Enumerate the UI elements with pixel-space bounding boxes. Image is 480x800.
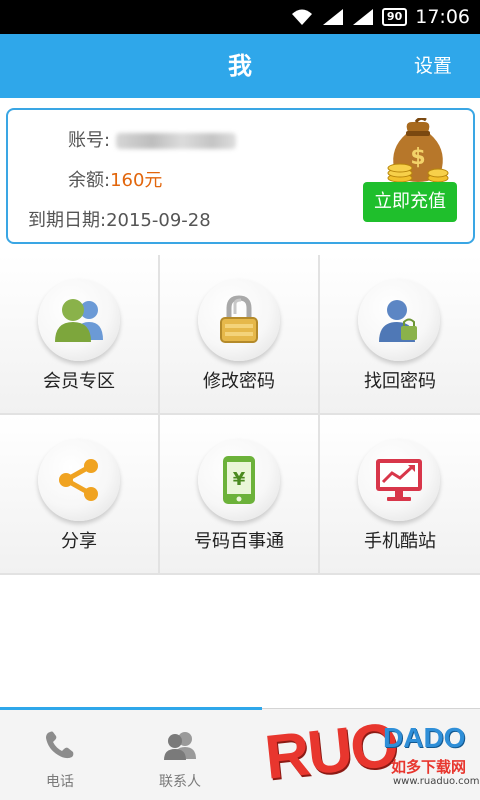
- signal-icon: [322, 9, 343, 25]
- monitor-chart-icon: [376, 459, 422, 501]
- account-card: 账号: 余额:160元 到期日期:2015-09-28 $ 立即充值: [6, 108, 475, 244]
- account-label: 账号:: [68, 130, 111, 151]
- members-icon: [55, 299, 103, 342]
- balance-row: 余额:160元: [68, 166, 162, 192]
- account-number-redacted: [115, 133, 236, 149]
- wifi-icon: [291, 9, 312, 25]
- phone-yen-icon: ¥: [223, 456, 255, 504]
- battery-icon: 90: [381, 8, 408, 26]
- tab-phone[interactable]: 电话: [0, 721, 120, 791]
- expire-row: 到期日期:2015-09-28: [28, 206, 211, 232]
- clock: 17:06: [415, 6, 470, 28]
- function-grid: 会员专区 修改密码 找回密码 分享 ¥ 号码百事通 手机酷站: [0, 255, 480, 577]
- settings-button[interactable]: 设置: [414, 34, 452, 98]
- page-title: 我: [228, 52, 252, 80]
- balance-value: 160元: [110, 170, 163, 191]
- phone-icon: [46, 731, 74, 759]
- user-key-icon: [379, 300, 417, 342]
- watermark-brand-left: RUO: [261, 710, 401, 793]
- tab-indicator: [0, 707, 262, 710]
- tab-contacts[interactable]: 联系人: [120, 721, 240, 791]
- contacts-icon: [164, 732, 196, 760]
- recharge-button[interactable]: 立即充值: [363, 182, 457, 222]
- balance-label: 余额:: [68, 170, 111, 191]
- svg-text:¥: ¥: [233, 469, 246, 490]
- tab-label: 联系人: [159, 774, 201, 790]
- grid-item-label: 手机酷站: [364, 531, 436, 552]
- grid-item-change-password[interactable]: 修改密码: [160, 255, 320, 415]
- share-icon: [59, 459, 98, 501]
- grid-item-label: 修改密码: [203, 371, 275, 392]
- lock-icon: [220, 295, 258, 343]
- watermark-brand-right: DADO: [383, 722, 466, 753]
- account-row: 账号:: [68, 126, 236, 152]
- grid-item-share[interactable]: 分享: [0, 415, 160, 575]
- signal-icon: [352, 9, 373, 25]
- watermark-logo: RUO DADO 如多下载网 www.ruaduo.com: [262, 710, 480, 796]
- tab-label: 电话: [46, 774, 74, 790]
- money-bag-icon: $: [387, 118, 449, 183]
- expire-label: 到期日期:: [28, 210, 107, 231]
- grid-item-label: 找回密码: [364, 371, 436, 392]
- grid-item-members[interactable]: 会员专区: [0, 255, 160, 415]
- grid-item-directory[interactable]: ¥ 号码百事通: [160, 415, 320, 575]
- svg-text:$: $: [410, 145, 425, 170]
- watermark-cn-text: 如多下载网: [391, 758, 467, 776]
- grid-item-mobile-site[interactable]: 手机酷站: [320, 415, 480, 575]
- app-header: 我 设置: [0, 34, 480, 98]
- grid-item-label: 号码百事通: [194, 531, 284, 552]
- expire-value: 2015-09-28: [106, 210, 211, 231]
- status-bar: 90 17:06: [0, 0, 480, 34]
- grid-item-label: 分享: [61, 531, 97, 552]
- grid-item-recover-password[interactable]: 找回密码: [320, 255, 480, 415]
- grid-item-label: 会员专区: [43, 371, 115, 392]
- watermark-url: www.ruaduo.com: [393, 776, 480, 787]
